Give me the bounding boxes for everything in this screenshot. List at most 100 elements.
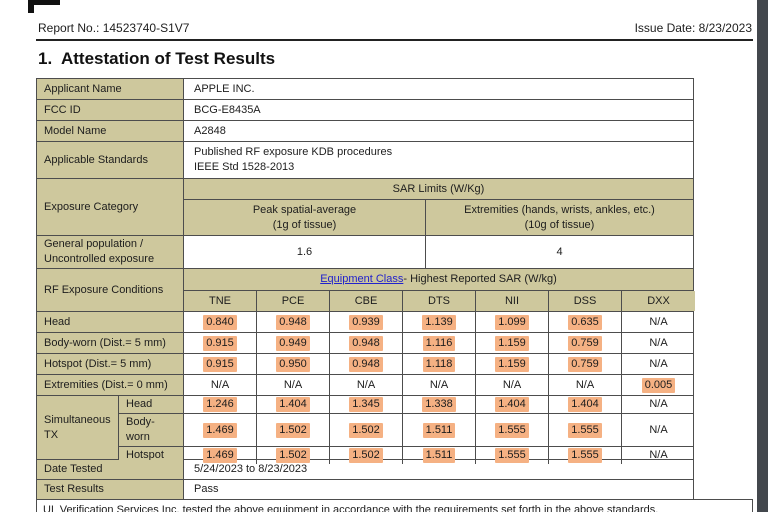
rf-column-header-dxx: DXX	[622, 291, 695, 311]
highlighted-sar-value: 1.502	[276, 423, 310, 438]
sar-row-label: Extremities (Dist.= 0 mm)	[37, 375, 184, 395]
simultaneous-tx-row: Head1.2461.4041.3451.3381.4041.404N/A	[119, 396, 693, 414]
table-row-test-results: Test Results Pass	[37, 480, 693, 500]
sar-value-cell: 1.511	[403, 414, 476, 446]
table-row-standards: Applicable Standards Published RF exposu…	[37, 142, 693, 179]
sar-value-cell: 0.915	[184, 354, 257, 374]
rf-column-header-nii: NII	[476, 291, 549, 311]
highlighted-sar-value: 0.915	[203, 357, 237, 372]
sar-row-label: Hotspot (Dist.= 5 mm)	[37, 354, 184, 374]
applicant-name-value: APPLE INC.	[184, 79, 693, 99]
highlighted-sar-value: 1.345	[349, 397, 383, 412]
sar-value-cell: 1.159	[476, 354, 549, 374]
date-tested-value: 5/24/2023 to 8/23/2023	[184, 460, 693, 479]
table-row-applicant: Applicant Name APPLE INC.	[37, 79, 693, 100]
sar-value-cell: N/A	[403, 375, 476, 395]
general-population-label: General population / Uncontrolled exposu…	[37, 236, 184, 268]
sar-value-cell: 1.118	[403, 354, 476, 374]
rf-column-header-dts: DTS	[403, 291, 476, 311]
table-row-general-population: General population / Uncontrolled exposu…	[37, 236, 693, 269]
attestation-table: Applicant Name APPLE INC. FCC ID BCG-E84…	[36, 78, 694, 500]
highlighted-sar-value: 1.511	[423, 423, 456, 438]
sar-value-cell: 1.116	[403, 333, 476, 353]
sar-limits-header: SAR Limits (W/Kg)	[184, 179, 693, 199]
sar-value-cell: 1.502	[330, 414, 403, 446]
sar-value-cell: N/A	[184, 375, 257, 395]
sar-data-row: Body-worn (Dist.= 5 mm)0.9150.9490.9481.…	[37, 333, 693, 354]
sar-data-row: Hotspot (Dist.= 5 mm)0.9150.9500.9481.11…	[37, 354, 693, 375]
sar-value-cell: 0.948	[330, 354, 403, 374]
highlighted-sar-value: 1.404	[276, 397, 310, 412]
highlighted-sar-value: 0.840	[203, 315, 237, 330]
highlighted-sar-value: 0.759	[568, 336, 602, 351]
highlighted-sar-value: 0.915	[203, 336, 237, 351]
issue-date: Issue Date: 8/23/2023	[635, 21, 752, 35]
highlighted-sar-value: 1.404	[568, 397, 602, 412]
sar-value-cell: 1.099	[476, 312, 549, 332]
table-row-exposure-category: Exposure Category SAR Limits (W/Kg) Peak…	[37, 179, 693, 236]
sar-data-row: Head 0.840 0.9480.939 1.139 1.099 0.635 N/A	[37, 312, 693, 333]
report-page: Report No.: 14523740-S1V7 Issue Date: 8/…	[0, 0, 768, 512]
sar-row-label: Head	[37, 312, 184, 332]
date-tested-label: Date Tested	[37, 460, 184, 479]
applicable-standards-label: Applicable Standards	[37, 142, 184, 178]
limit-1g-value: 1.6	[184, 236, 426, 268]
sar-value-cell: 1.159	[476, 333, 549, 353]
sar-value-cell: 0.949	[257, 333, 330, 353]
sar-value-cell: 1.338	[403, 396, 476, 413]
sar-value-cell: 0.948	[330, 333, 403, 353]
sar-value-cell: 0.759	[549, 354, 622, 374]
highlighted-sar-value: 1.555	[495, 423, 529, 438]
highlighted-sar-value: 1.338	[422, 397, 456, 412]
rf-column-header-cbe: CBE	[330, 291, 403, 311]
highest-reported-sar-text: - Highest Reported SAR (W/kg)	[403, 272, 556, 287]
simultaneous-row-label: Body-worn	[119, 414, 184, 446]
model-name-label: Model Name	[37, 121, 184, 141]
sar-value-cell: N/A	[622, 333, 695, 353]
highlighted-sar-value: 0.949	[276, 336, 310, 351]
highlighted-sar-value: 0.005	[642, 378, 676, 393]
page-title: 1. Attestation of Test Results	[38, 49, 275, 69]
sar-value-cell: 0.948	[257, 312, 330, 332]
sar-data-row: Extremities (Dist.= 0 mm)N/AN/AN/AN/AN/A…	[37, 375, 693, 396]
applicant-name-label: Applicant Name	[37, 79, 184, 99]
highlighted-sar-value: 0.759	[568, 357, 602, 372]
sar-value-cell: 1.345	[330, 396, 403, 413]
sar-value-cell: N/A	[622, 354, 695, 374]
highlighted-sar-value: 1.502	[349, 423, 383, 438]
scan-edge-bar	[757, 0, 768, 512]
highlighted-sar-value: 1.159	[495, 357, 529, 372]
limit-10g-value: 4	[426, 236, 693, 268]
sar-value-cell: N/A	[257, 375, 330, 395]
sar-value-cell: 1.502	[257, 414, 330, 446]
sar-value-cell: 1.246	[184, 396, 257, 413]
sar-value-cell: N/A	[476, 375, 549, 395]
sar-value-cell: 1.404	[476, 396, 549, 413]
table-row-rf-exposure-conditions: RF Exposure Conditions Equipment Class -…	[37, 269, 693, 312]
fcc-id-value: BCG-E8435A	[184, 100, 693, 120]
sar-value-cell: 1.555	[476, 414, 549, 446]
sar-value-cell: 0.759	[549, 333, 622, 353]
table-row-model: Model Name A2848	[37, 121, 693, 142]
highlighted-sar-value: 0.948	[349, 336, 383, 351]
sar-value-cell: N/A	[622, 396, 695, 413]
highlighted-sar-value: 0.635	[568, 315, 602, 330]
exposure-category-label: Exposure Category	[37, 179, 184, 235]
sar-value-cell: 1.404	[257, 396, 330, 413]
sar-value-cell: N/A	[330, 375, 403, 395]
rf-column-header-dss: DSS	[549, 291, 622, 311]
highlighted-sar-value: 1.116	[423, 336, 456, 351]
rf-exposure-conditions-label: RF Exposure Conditions	[37, 269, 184, 311]
rf-column-header-tne: TNE	[184, 291, 257, 311]
scan-artifact-left	[28, 0, 34, 13]
table-row-date-tested: Date Tested 5/24/2023 to 8/23/2023	[37, 460, 693, 480]
header-rule	[36, 39, 753, 41]
simultaneous-tx-label: Simultaneous TX	[37, 396, 119, 459]
equipment-class-link[interactable]: Equipment Class	[320, 272, 403, 287]
highlighted-sar-value: 1.139	[422, 315, 456, 330]
sar-value-cell: 0.939	[330, 312, 403, 332]
highlighted-sar-value: 1.404	[495, 397, 529, 412]
simultaneous-tx-row: Body-worn1.4691.5021.5021.5111.5551.555N…	[119, 414, 693, 447]
sar-value-cell: N/A	[622, 312, 695, 332]
highlighted-sar-value: 1.159	[495, 336, 529, 351]
